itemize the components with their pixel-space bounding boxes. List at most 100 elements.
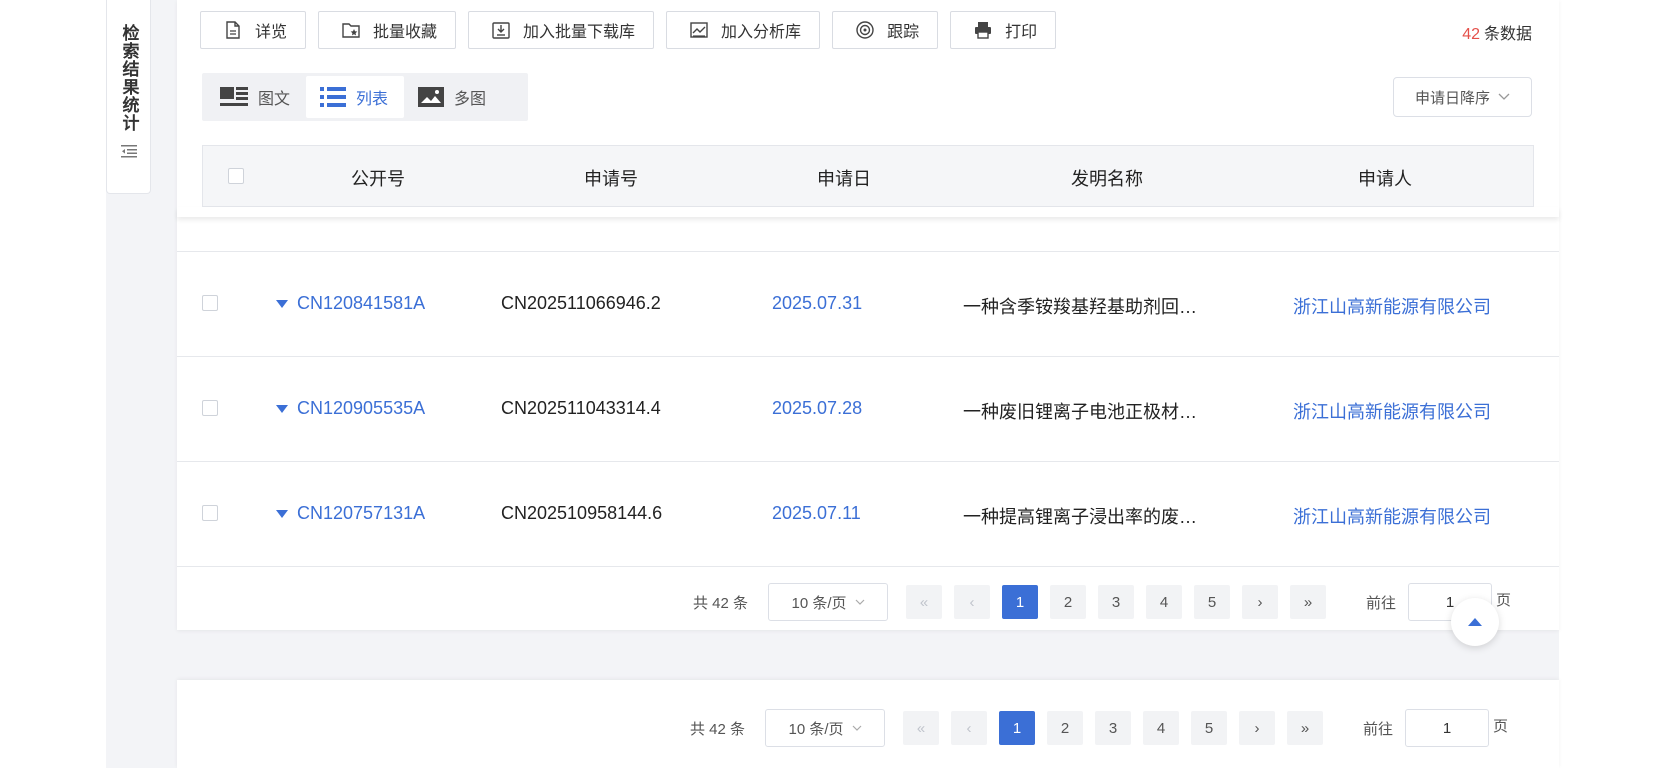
title[interactable]: 一种废旧锂离子电池正极材… xyxy=(963,398,1197,424)
page-size-label: 10 条/页 xyxy=(791,594,847,612)
applicant-link[interactable]: 浙江山高新能源有限公司 xyxy=(1293,503,1491,529)
view-switch: 图文 列表 多图 xyxy=(202,73,528,121)
print-button[interactable]: 打印 xyxy=(950,11,1057,49)
collapse-icon[interactable] xyxy=(120,144,137,158)
view-list[interactable]: 列表 xyxy=(306,76,405,118)
page-button[interactable]: 5 xyxy=(1191,711,1228,745)
page-size-label: 10 条/页 xyxy=(788,720,844,738)
prev-page-button[interactable]: ‹ xyxy=(951,711,988,745)
table-bottom-border xyxy=(177,566,1559,567)
page-button[interactable]: 3 xyxy=(1095,711,1132,745)
table-row: CN120757131A CN202510958144.6 2025.07.11… xyxy=(177,461,1559,567)
applicant-link[interactable]: 浙江山高新能源有限公司 xyxy=(1293,293,1491,319)
sort-label: 申请日降序 xyxy=(1414,89,1490,107)
app-no: CN202510958144.6 xyxy=(501,503,663,523)
applicant-link[interactable]: 浙江山高新能源有限公司 xyxy=(1293,398,1491,424)
download-box-icon xyxy=(492,22,510,39)
header-app-date: 申请日 xyxy=(817,169,871,189)
batch-favorite-label: 批量收藏 xyxy=(373,24,438,41)
add-batch-download-button[interactable]: 加入批量下载库 xyxy=(468,11,655,49)
detail-view-label: 详览 xyxy=(255,24,288,41)
last-page-button[interactable]: » xyxy=(1287,711,1324,745)
track-button[interactable]: 跟踪 xyxy=(832,11,939,49)
expand-caret-icon[interactable] xyxy=(276,300,288,308)
add-batch-download-label: 加入批量下载库 xyxy=(523,24,636,41)
list-icon xyxy=(320,87,347,107)
goto-unit: 页 xyxy=(1496,591,1512,609)
track-label: 跟踪 xyxy=(887,24,920,41)
folder-star-icon xyxy=(342,23,360,38)
header-app-no: 申请号 xyxy=(584,169,638,189)
title[interactable]: 一种含季铵羧基羟基助剂回… xyxy=(963,293,1197,319)
radar-icon xyxy=(856,21,874,39)
first-page-button[interactable]: « xyxy=(903,711,940,745)
page-button[interactable]: 4 xyxy=(1143,711,1180,745)
app-date[interactable]: 2025.07.28 xyxy=(772,398,862,419)
pub-no-link[interactable]: CN120757131A xyxy=(297,503,425,524)
batch-favorite-button[interactable]: 批量收藏 xyxy=(318,11,457,49)
view-image-text-label: 图文 xyxy=(258,91,291,108)
first-page-button[interactable]: « xyxy=(906,585,943,619)
title[interactable]: 一种提高锂离子浸出率的废… xyxy=(963,503,1197,529)
page-button[interactable]: 1 xyxy=(999,711,1036,745)
pub-no-link[interactable]: CN120841581A xyxy=(297,293,425,314)
view-gallery[interactable]: 多图 xyxy=(404,76,502,118)
goto-page-input[interactable]: 1 xyxy=(1405,709,1490,747)
printer-icon xyxy=(975,22,992,39)
arrow-up-icon xyxy=(1468,618,1482,626)
page-size-select[interactable]: 10 条/页 xyxy=(765,709,886,747)
goto-unit: 页 xyxy=(1493,717,1509,735)
add-analysis-label: 加入分析库 xyxy=(721,24,802,41)
header-pub-no: 公开号 xyxy=(351,169,405,189)
expand-caret-icon[interactable] xyxy=(276,510,288,518)
pagination: 共 42 条 10 条/页 « ‹ 1 2 3 4 5 › » 前往 1 页 xyxy=(693,582,1511,622)
app-no: CN202511043314.4 xyxy=(501,398,661,418)
row-checkbox[interactable] xyxy=(202,400,218,416)
page-button[interactable]: 4 xyxy=(1146,585,1183,619)
page-button[interactable]: 5 xyxy=(1194,585,1231,619)
table-header: 公开号 申请号 申请日 发明名称 申请人 xyxy=(202,145,1534,207)
app-date[interactable]: 2025.07.31 xyxy=(772,293,862,314)
app-date[interactable]: 2025.07.11 xyxy=(772,503,861,524)
pagination-total: 共 42 条 xyxy=(693,594,749,612)
print-label: 打印 xyxy=(1005,24,1038,41)
row-checkbox[interactable] xyxy=(202,505,218,521)
header-title: 发明名称 xyxy=(1071,169,1143,189)
goto-label: 前往 xyxy=(1366,594,1397,612)
sort-select[interactable]: 申请日降序 xyxy=(1393,77,1532,117)
page-button[interactable]: 2 xyxy=(1050,585,1087,619)
table-row: CN120841581A CN202511066946.2 2025.07.31… xyxy=(177,251,1559,357)
header-applicant: 申请人 xyxy=(1358,169,1412,189)
chart-icon xyxy=(690,22,708,38)
pub-no-link[interactable]: CN120905535A xyxy=(297,398,425,419)
chevron-down-icon xyxy=(1498,93,1510,100)
select-all-checkbox[interactable] xyxy=(228,168,244,184)
result-count-number: 42 xyxy=(1462,26,1480,43)
row-checkbox[interactable] xyxy=(202,295,218,311)
page-button[interactable]: 1 xyxy=(1002,585,1039,619)
table-row: CN120905535A CN202511043314.4 2025.07.28… xyxy=(177,356,1559,462)
app-no: CN202511066946.2 xyxy=(501,293,661,313)
search-stats-tab[interactable]: 检索结果统计 xyxy=(106,0,151,194)
back-to-top-button[interactable] xyxy=(1451,598,1499,646)
page-size-select[interactable]: 10 条/页 xyxy=(768,583,889,621)
document-icon xyxy=(226,21,240,39)
prev-page-button[interactable]: ‹ xyxy=(954,585,991,619)
add-analysis-button[interactable]: 加入分析库 xyxy=(666,11,821,49)
view-gallery-label: 多图 xyxy=(454,91,487,108)
expand-caret-icon[interactable] xyxy=(276,405,288,413)
search-stats-label: 检索结果统计 xyxy=(119,24,139,132)
view-list-label: 列表 xyxy=(356,91,389,108)
goto-label: 前往 xyxy=(1363,720,1394,738)
result-count: 42 条数据 xyxy=(1462,20,1532,44)
next-page-button[interactable]: › xyxy=(1242,585,1279,619)
image-text-icon xyxy=(220,87,248,106)
page-button[interactable]: 2 xyxy=(1047,711,1084,745)
last-page-button[interactable]: » xyxy=(1290,585,1327,619)
page-button[interactable]: 3 xyxy=(1098,585,1135,619)
pagination-bottom: 共 42 条 10 条/页 « ‹ 1 2 3 4 5 › » 前往 1 页 xyxy=(690,708,1508,748)
detail-view-button[interactable]: 详览 xyxy=(200,11,307,49)
next-page-button[interactable]: › xyxy=(1239,711,1276,745)
chevron-down-icon xyxy=(855,599,864,605)
view-image-text[interactable]: 图文 xyxy=(206,76,306,118)
